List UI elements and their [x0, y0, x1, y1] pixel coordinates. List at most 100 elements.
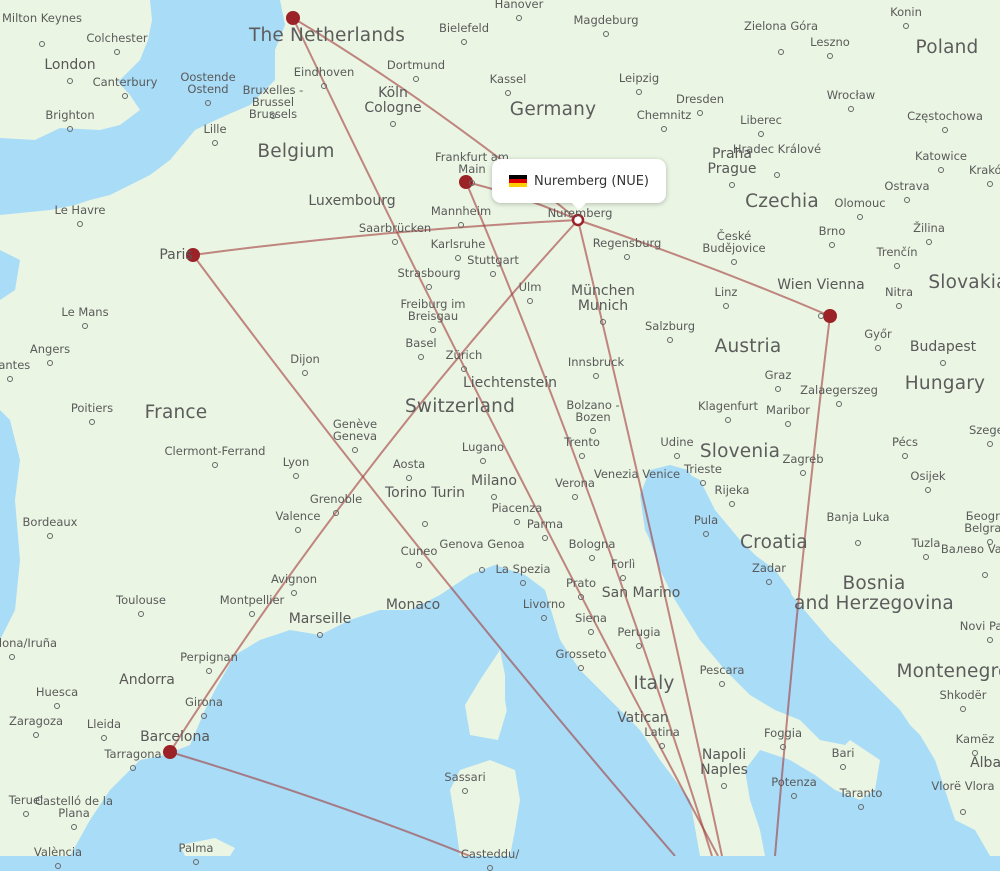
city-dot-icon: [54, 703, 60, 709]
city-label-grosseto: Grosseto: [555, 647, 607, 661]
city-label-lleida: Lleida: [86, 717, 122, 731]
city-label-palma: Palma: [178, 841, 214, 855]
city-label-marseille: Marseille: [288, 611, 352, 627]
city-label-stuttgart: Stuttgart: [467, 253, 519, 267]
country-label-switzerland: Switzerland: [404, 396, 516, 417]
city-label-hanover: Hanover: [494, 0, 544, 11]
city-label-brighton: Brighton: [45, 108, 95, 122]
city-label-torino-turin: Torino Turin: [384, 485, 466, 501]
city-dot-icon: [114, 49, 120, 55]
city-label-bielefeld: Bielefeld: [438, 21, 490, 35]
city-label-shkod-r: Shkodër: [939, 688, 987, 702]
country-label-luxembourg: Luxembourg: [308, 193, 396, 209]
city-label-konin: Konin: [890, 5, 922, 19]
city-label-freiburg-im-breisgau: Freiburg im Breisgau: [400, 297, 466, 324]
city-dot-icon: [302, 370, 308, 376]
city-label-poitiers: Poitiers: [70, 401, 114, 415]
city-dot-icon: [940, 360, 946, 366]
city-dot-icon: [469, 180, 475, 186]
city-dot-icon: [430, 327, 436, 333]
city-dot-icon: [858, 804, 864, 810]
map-canvas[interactable]: [0, 0, 1000, 856]
city-label-trento: Trento: [564, 435, 600, 449]
city-label-hradec-kr-lov: Hradec Králové: [732, 142, 822, 156]
city-dot-icon: [624, 254, 630, 260]
airport-marker-amsterdam[interactable]: [286, 11, 300, 25]
city-label-toulouse: Toulouse: [116, 593, 166, 607]
country-label-czechia: Czechia: [745, 191, 819, 212]
city-dot-icon: [527, 298, 533, 304]
city-dot-icon: [923, 554, 929, 560]
city-label-barcelona: Barcelona: [140, 729, 210, 745]
city-label-p-cs: Pécs: [892, 435, 918, 449]
city-dot-icon: [317, 632, 323, 638]
city-label-novi-pazar: Novi Pazar: [959, 619, 1000, 633]
city-dot-icon: [855, 540, 861, 546]
city-dot-icon: [291, 590, 297, 596]
city-dot-icon: [725, 417, 731, 423]
city-label-colchester: Colchester: [86, 31, 148, 45]
city-dot-icon: [600, 319, 606, 325]
city-label-milano: Milano: [471, 473, 517, 489]
city-label-latina: Latina: [644, 725, 680, 739]
city-dot-icon: [636, 643, 642, 649]
city-label-perpignan: Perpignan: [180, 650, 238, 664]
city-label-tren-n: Trenčín: [876, 245, 918, 259]
city-dot-icon: [33, 732, 39, 738]
city-label-valjevo: Валево Valjevo: [940, 542, 1000, 556]
city-dot-icon: [9, 654, 15, 660]
city-label-bari: Bari: [831, 746, 855, 760]
city-dot-icon: [840, 764, 846, 770]
city-dot-icon: [541, 615, 547, 621]
city-label-karlsruhe: Karlsruhe: [430, 237, 486, 251]
city-dot-icon: [426, 284, 432, 290]
city-dot-icon: [579, 453, 585, 459]
city-label-parma: Parma: [526, 517, 564, 531]
city-dot-icon: [848, 106, 854, 112]
city-dot-icon: [461, 39, 467, 45]
country-label-italy: Italy: [633, 673, 675, 694]
city-label-zalaegerszeg: Zalaegerszeg: [800, 383, 878, 397]
city-label-bordeaux: Bordeaux: [22, 515, 78, 529]
city-label-forl: Forlì: [610, 557, 636, 571]
city-label-le-mans: Le Mans: [61, 305, 109, 319]
city-label-szeged: Szeged: [968, 423, 1000, 437]
city-dot-icon: [857, 214, 863, 220]
city-label-foggia: Foggia: [763, 726, 803, 740]
city-label-zagreb: Zagreb: [782, 452, 824, 466]
city-dot-icon: [480, 458, 486, 464]
city-dot-icon: [800, 470, 806, 476]
city-label-montpellier: Montpellier: [219, 593, 285, 607]
city-label-banja-luka: Banja Luka: [826, 510, 890, 524]
country-label-slovenia: Slovenia: [699, 441, 781, 462]
city-label-venezia-venice: Venezia Venice: [593, 467, 681, 481]
city-label-olomouc: Olomouc: [834, 196, 886, 210]
city-label-pescara: Pescara: [699, 663, 745, 677]
city-label-angers: Angers: [29, 342, 71, 356]
city-dot-icon: [719, 681, 725, 687]
city-dot-icon: [67, 126, 73, 132]
city-dot-icon: [422, 521, 428, 527]
city-dot-icon: [785, 421, 791, 427]
city-label-gy-r: Győr: [864, 327, 892, 341]
city-dot-icon: [766, 579, 772, 585]
city-dot-icon: [47, 533, 53, 539]
city-label-kam-z: Kamëz: [955, 732, 995, 746]
city-dot-icon: [987, 637, 993, 643]
city-dot-icon: [7, 376, 13, 382]
city-dot-icon: [593, 373, 599, 379]
city-label-udine: Udine: [660, 435, 694, 449]
city-dot-icon: [138, 611, 144, 617]
city-label-leszno: Leszno: [810, 35, 850, 49]
city-dot-icon: [875, 345, 881, 351]
airport-marker-vienna[interactable]: [823, 309, 837, 323]
city-dot-icon: [721, 783, 727, 789]
city-dot-icon: [836, 401, 842, 407]
city-label-dijon: Dijon: [290, 352, 320, 366]
city-dot-icon: [130, 765, 136, 771]
city-label-eindhoven: Eindhoven: [293, 65, 355, 79]
city-label-brno: Brno: [818, 224, 846, 238]
city-dot-icon: [270, 113, 276, 119]
airport-marker-barcelona[interactable]: [163, 745, 177, 759]
city-label-bologna: Bologna: [568, 537, 616, 551]
